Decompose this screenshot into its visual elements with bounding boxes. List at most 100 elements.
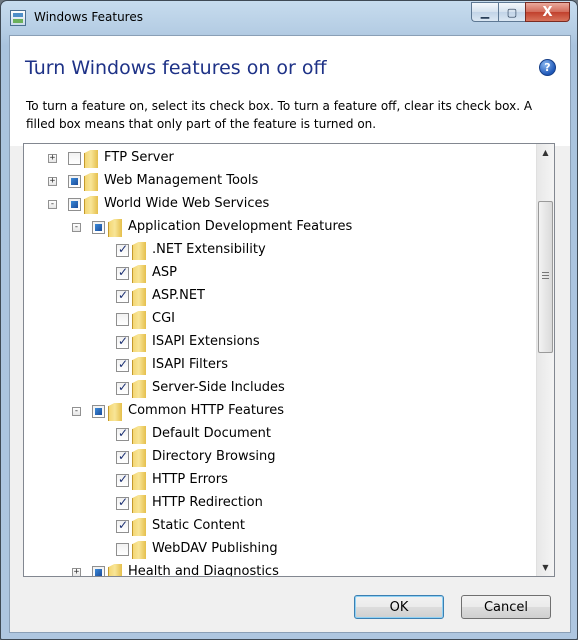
tree-item[interactable]: HTTP Errors: [24, 469, 534, 492]
tree-item[interactable]: .NET Extensibility: [24, 239, 534, 262]
feature-checkbox[interactable]: [116, 472, 129, 487]
feature-checkbox[interactable]: [68, 152, 81, 165]
folder-icon: [108, 564, 122, 576]
folder-icon: [132, 311, 146, 329]
tree-item[interactable]: - Application Development Features: [24, 216, 534, 239]
folder-icon: [132, 265, 146, 283]
vertical-scrollbar[interactable]: ▲ ▼: [536, 144, 554, 576]
tree-item[interactable]: Default Document: [24, 423, 534, 446]
folder-icon: [108, 219, 122, 237]
help-icon[interactable]: ?: [539, 59, 556, 76]
tree-item[interactable]: Static Content: [24, 515, 534, 538]
folder-icon: [132, 518, 146, 536]
folder-icon: [108, 403, 122, 421]
feature-checkbox[interactable]: [116, 334, 129, 349]
page-title: Turn Windows features on or off: [25, 57, 327, 79]
window-title: Windows Features: [34, 10, 143, 24]
feature-checkbox[interactable]: [116, 543, 129, 556]
tree-item-label: Web Management Tools: [104, 173, 259, 188]
scroll-down-icon: ▼: [542, 563, 549, 572]
folder-icon: [132, 541, 146, 559]
folder-icon: [132, 334, 146, 352]
tree-item[interactable]: CGI: [24, 308, 534, 331]
close-button[interactable]: X: [525, 2, 570, 22]
tree-item[interactable]: Directory Browsing: [24, 446, 534, 469]
tree-item[interactable]: - World Wide Web Services: [24, 193, 534, 216]
collapse-icon[interactable]: -: [48, 200, 57, 209]
maximize-button[interactable]: ▢: [498, 2, 525, 22]
title-bar[interactable]: Windows Features ▁ ▢ X: [1, 1, 577, 35]
tree-item-label: Application Development Features: [128, 219, 353, 234]
tree-item-label: Health and Diagnostics: [128, 564, 279, 577]
tree-item[interactable]: - Common HTTP Features: [24, 400, 534, 423]
tree-item-label: ISAPI Extensions: [152, 334, 260, 349]
folder-icon: [132, 472, 146, 490]
features-tree[interactable]: + FTP Server + Web Management Tools - World W…: [23, 143, 555, 577]
feature-checkbox[interactable]: [92, 405, 105, 418]
minimize-button[interactable]: ▁: [471, 2, 498, 22]
tree-item[interactable]: Server-Side Includes: [24, 377, 534, 400]
expand-icon[interactable]: +: [48, 177, 57, 186]
tree-item[interactable]: + FTP Server: [24, 147, 534, 170]
tree-item[interactable]: ISAPI Extensions: [24, 331, 534, 354]
folder-icon: [132, 288, 146, 306]
tree-item[interactable]: ASP.NET: [24, 285, 534, 308]
collapse-icon[interactable]: -: [72, 407, 81, 416]
tree-item[interactable]: HTTP Redirection: [24, 492, 534, 515]
tree-item-label: Common HTTP Features: [128, 403, 284, 418]
feature-checkbox[interactable]: [116, 518, 129, 533]
folder-icon: [132, 357, 146, 375]
feature-checkbox[interactable]: [116, 265, 129, 280]
feature-checkbox[interactable]: [92, 221, 105, 234]
tree-item-label: Static Content: [152, 518, 246, 533]
tree-item-label: ASP.NET: [152, 288, 205, 303]
tree-item-label: Default Document: [152, 426, 271, 441]
cancel-button[interactable]: Cancel: [461, 595, 551, 619]
ok-button[interactable]: OK: [354, 595, 444, 619]
scroll-up-button[interactable]: ▲: [537, 144, 554, 161]
feature-checkbox[interactable]: [92, 566, 105, 576]
feature-checkbox[interactable]: [116, 426, 129, 441]
windows-features-icon: [10, 10, 26, 26]
expand-icon[interactable]: +: [72, 568, 81, 576]
maximize-icon: ▢: [506, 5, 518, 19]
feature-checkbox[interactable]: [68, 175, 81, 188]
tree-item-label: HTTP Errors: [152, 472, 228, 487]
dialog-header: Turn Windows features on or off ? To tur…: [10, 36, 570, 146]
tree-rows: + FTP Server + Web Management Tools - World W…: [24, 144, 536, 576]
feature-checkbox[interactable]: [116, 495, 129, 510]
folder-icon: [132, 495, 146, 513]
tree-item-label: Server-Side Includes: [152, 380, 285, 395]
expand-icon[interactable]: +: [48, 154, 57, 163]
tree-item-label: .NET Extensibility: [152, 242, 266, 257]
tree-item[interactable]: + Health and Diagnostics: [24, 561, 534, 577]
tree-item[interactable]: ISAPI Filters: [24, 354, 534, 377]
tree-item[interactable]: + Web Management Tools: [24, 170, 534, 193]
feature-checkbox[interactable]: [116, 380, 129, 395]
tree-item[interactable]: ASP: [24, 262, 534, 285]
folder-icon: [132, 380, 146, 398]
close-icon: X: [542, 4, 553, 20]
feature-checkbox[interactable]: [68, 198, 81, 211]
tree-item-label: World Wide Web Services: [104, 196, 270, 211]
feature-checkbox[interactable]: [116, 242, 129, 257]
feature-checkbox[interactable]: [116, 313, 129, 326]
scroll-down-button[interactable]: ▼: [537, 559, 554, 576]
tree-item-label: WebDAV Publishing: [152, 541, 278, 556]
collapse-icon[interactable]: -: [72, 223, 81, 232]
folder-icon: [84, 173, 98, 191]
tree-item-label: CGI: [152, 311, 175, 326]
folder-icon: [132, 426, 146, 444]
tree-item[interactable]: WebDAV Publishing: [24, 538, 534, 561]
tree-item-label: ASP: [152, 265, 177, 280]
folder-icon: [132, 242, 146, 260]
scroll-grip-icon: [542, 272, 549, 279]
feature-checkbox[interactable]: [116, 288, 129, 303]
scroll-up-icon: ▲: [542, 148, 549, 157]
scroll-thumb[interactable]: [538, 201, 553, 353]
feature-checkbox[interactable]: [116, 357, 129, 372]
folder-icon: [132, 449, 146, 467]
instructions-text: To turn a feature on, select its check b…: [26, 99, 533, 131]
feature-checkbox[interactable]: [116, 449, 129, 464]
folder-icon: [84, 196, 98, 214]
